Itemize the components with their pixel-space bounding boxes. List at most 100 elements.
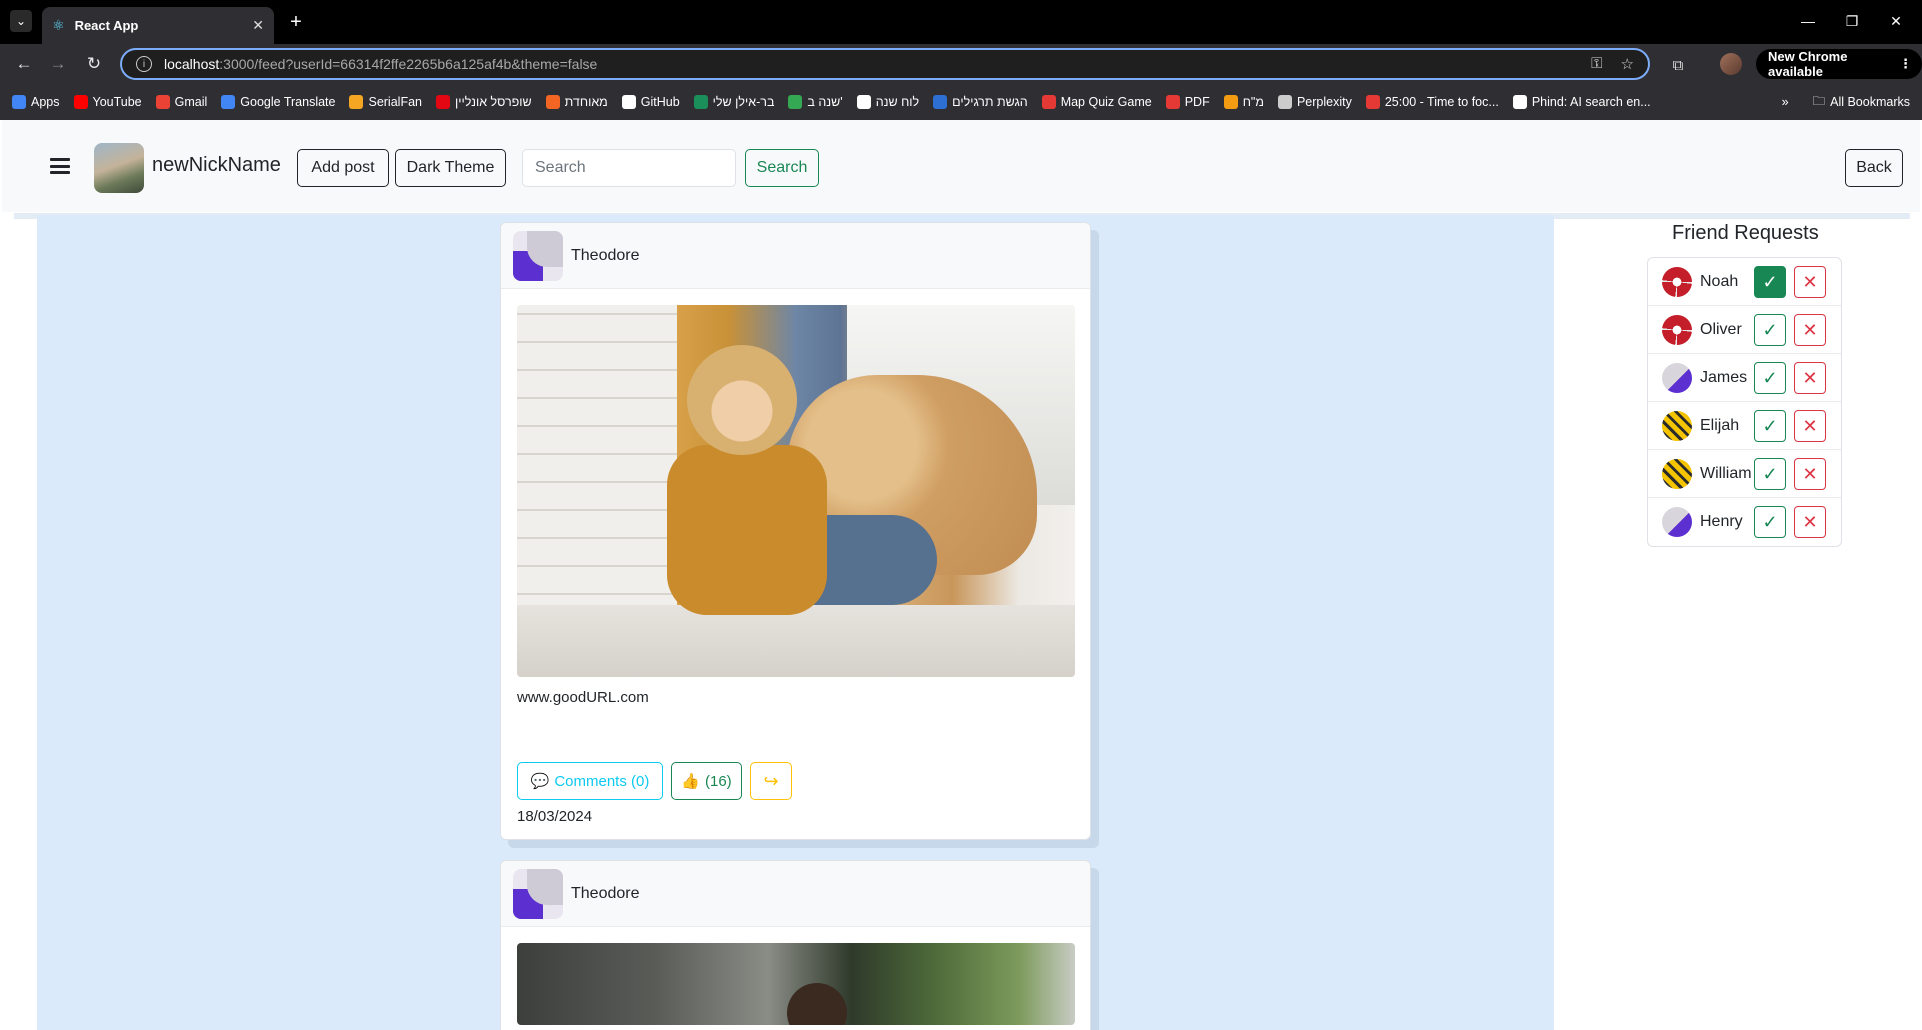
more-bookmarks-icon[interactable]: »: [1782, 95, 1789, 109]
check-icon: ✓: [1762, 415, 1778, 436]
bookmark-item[interactable]: GitHub: [621, 95, 680, 109]
decline-friend-button[interactable]: ✕: [1794, 410, 1826, 442]
accept-friend-button[interactable]: ✓: [1754, 506, 1786, 538]
post-author-avatar: [513, 868, 563, 919]
extensions-icon[interactable]: ⧉: [1667, 54, 1689, 76]
back-arrow-icon[interactable]: ←: [12, 52, 36, 76]
bookmark-item[interactable]: Apps: [12, 95, 60, 109]
friend-avatar: [1662, 507, 1692, 537]
friend-avatar: [1662, 410, 1692, 441]
post-header: Theodore: [501, 861, 1090, 927]
decline-friend-button[interactable]: ✕: [1794, 458, 1826, 490]
bookmark-item[interactable]: Google Translate: [221, 95, 335, 109]
bookmark-label: מאוחדת: [564, 95, 608, 109]
app-navbar: newNickName Add post Dark Theme Search B…: [2, 120, 1920, 212]
bookmark-favicon-icon: [856, 95, 871, 109]
bookmark-item[interactable]: שופרסל אונליין: [435, 95, 532, 109]
forward-arrow-icon[interactable]: →: [46, 52, 70, 76]
friend-name: James: [1700, 368, 1748, 386]
accept-friend-button[interactable]: ✓: [1754, 314, 1786, 346]
all-bookmarks-folder[interactable]: 🗀 All Bookmarks: [1813, 92, 1910, 113]
bookmark-item[interactable]: 25:00 - Time to foc...: [1365, 95, 1499, 109]
bookmark-item[interactable]: שנה ב': [788, 95, 843, 109]
password-key-icon[interactable]: ⚿: [1591, 55, 1602, 73]
minimize-icon[interactable]: —: [1788, 8, 1828, 34]
bookmark-favicon-icon: [155, 95, 170, 109]
restore-icon[interactable]: ❐: [1832, 8, 1872, 34]
share-button[interactable]: ↪: [750, 762, 792, 800]
friend-request-item: Henry ✓ ✕: [1648, 498, 1841, 546]
comments-button[interactable]: 💬 Comments (0): [517, 762, 663, 800]
bookmark-favicon-icon: [1512, 95, 1527, 109]
x-icon: ✕: [1802, 367, 1818, 388]
bookmark-item[interactable]: מ"ח: [1223, 95, 1264, 109]
new-tab-icon[interactable]: +: [284, 10, 308, 34]
check-icon: ✓: [1762, 319, 1778, 340]
friend-avatar: [1662, 362, 1692, 393]
accept-friend-button[interactable]: ✓: [1754, 458, 1786, 490]
like-button[interactable]: 👍 (16): [671, 762, 742, 800]
bookmark-favicon-icon: [1277, 95, 1292, 109]
tab-search-icon[interactable]: ⌄: [10, 10, 32, 32]
x-icon: ✕: [1802, 463, 1818, 484]
bookmark-item[interactable]: Map Quiz Game: [1041, 95, 1152, 109]
window-close-icon[interactable]: ✕: [1876, 8, 1916, 34]
x-icon: ✕: [1802, 271, 1818, 292]
folder-icon: 🗀: [1812, 93, 1826, 108]
bookmark-item[interactable]: SerialFan: [349, 95, 422, 109]
bookmark-label: שופרסל אונליין: [454, 95, 532, 109]
friend-request-item: Oliver ✓ ✕: [1648, 306, 1841, 354]
bookmark-item[interactable]: הגשת תרגילים: [933, 95, 1028, 109]
new-chrome-available-button[interactable]: New Chrome available ⋮: [1756, 49, 1922, 79]
address-bar[interactable]: i localhost:3000/feed?userId=66314f2ffe2…: [120, 48, 1650, 80]
hamburger-menu-icon[interactable]: [50, 158, 70, 174]
reload-icon[interactable]: ↻: [82, 52, 106, 76]
bookmark-item[interactable]: Gmail: [155, 95, 207, 109]
decline-friend-button[interactable]: ✕: [1794, 266, 1826, 298]
tab-title: React App: [74, 18, 139, 33]
tab-close-icon[interactable]: ✕: [252, 17, 264, 34]
bookmark-favicon-icon: [933, 95, 948, 109]
add-post-button[interactable]: Add post: [297, 149, 389, 187]
bookmark-favicon-icon: [1165, 95, 1180, 109]
site-info-icon[interactable]: i: [136, 56, 152, 72]
decline-friend-button[interactable]: ✕: [1794, 314, 1826, 346]
accept-friend-button[interactable]: ✓: [1754, 266, 1786, 298]
browser-tab[interactable]: ⚛ React App ✕: [42, 7, 274, 44]
bookmark-favicon-icon: [545, 95, 560, 109]
bookmark-item[interactable]: בר-אילן שלי: [693, 95, 775, 109]
bookmark-label: Google Translate: [240, 95, 336, 109]
bookmark-item[interactable]: PDF: [1165, 95, 1210, 109]
decline-friend-button[interactable]: ✕: [1794, 506, 1826, 538]
comments-icon: 💬: [530, 773, 550, 790]
friend-name: Oliver: [1700, 320, 1742, 338]
friend-request-item: James ✓ ✕: [1648, 354, 1841, 402]
friend-requests-list: Noah ✓ ✕ Oliver ✓ ✕ James ✓ ✕ Elijah ✓ ✕ William ✓ ✕ He…: [1647, 257, 1842, 547]
accept-friend-button[interactable]: ✓: [1754, 410, 1786, 442]
bookmark-item[interactable]: Perplexity: [1277, 95, 1352, 109]
back-button[interactable]: Back: [1845, 149, 1903, 187]
accept-friend-button[interactable]: ✓: [1754, 362, 1786, 394]
friend-request-item: William ✓ ✕: [1648, 450, 1841, 498]
bookmark-label: שנה ב': [807, 95, 843, 109]
bookmark-item[interactable]: Phind: AI search en...: [1512, 95, 1651, 109]
bookmark-label: Map Quiz Game: [1060, 95, 1152, 109]
bookmark-item[interactable]: לוח שנה: [856, 95, 919, 109]
new-chrome-label: New Chrome available: [1768, 49, 1848, 79]
bookmark-star-icon[interactable]: ☆: [1621, 55, 1634, 73]
search-button[interactable]: Search: [745, 149, 819, 187]
chrome-menu-icon[interactable]: ⋮: [1899, 56, 1912, 72]
bookmark-label: Perplexity: [1296, 95, 1352, 109]
bookmark-item[interactable]: מאוחדת: [545, 95, 608, 109]
react-favicon-icon: ⚛: [52, 17, 65, 33]
dark-theme-button[interactable]: Dark Theme: [395, 149, 506, 187]
bookmark-item[interactable]: YouTube: [73, 95, 142, 109]
search-input[interactable]: [522, 149, 736, 187]
post-author-name: Theodore: [571, 884, 640, 902]
decline-friend-button[interactable]: ✕: [1794, 362, 1826, 394]
post-card: Theodore: [500, 860, 1091, 1030]
all-bookmarks-label: All Bookmarks: [1830, 95, 1910, 109]
bookmark-label: בר-אילן שלי: [712, 95, 775, 109]
x-icon: ✕: [1802, 511, 1818, 532]
profile-avatar[interactable]: [1720, 53, 1742, 75]
